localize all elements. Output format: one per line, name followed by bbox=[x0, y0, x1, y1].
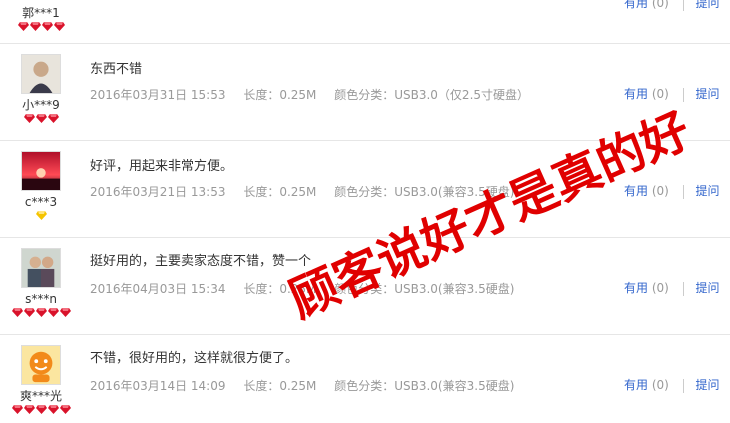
red-diamond-icon bbox=[29, 22, 41, 31]
review-variant: 颜色分类：USB3.0（仅2.5寸硬盘） bbox=[334, 88, 530, 102]
review-date: 2016年03月14日 14:09 bbox=[90, 379, 226, 393]
reviewer-level bbox=[8, 22, 74, 31]
red-diamond-icon bbox=[59, 405, 71, 414]
review-item: 爽***光 不错，很好用的，这样就很方便了。 2016年03月14日 14:09… bbox=[0, 335, 730, 423]
reviewer-level bbox=[8, 405, 74, 414]
useful-button[interactable]: 有用 bbox=[624, 378, 648, 392]
useful-count: (0) bbox=[651, 378, 669, 392]
reviewer-level bbox=[8, 211, 74, 220]
review-meta: 2016年03月14日 14:09 长度：0.25M 颜色分类：USB3.0(兼… bbox=[90, 377, 528, 394]
red-diamond-icon bbox=[35, 114, 47, 123]
review-actions: 有用 (0) 提问 bbox=[624, 182, 720, 199]
review-meta: 2016年03月31日 15:53 长度：0.25M 颜色分类：USB3.0（仅… bbox=[90, 86, 543, 103]
red-diamond-icon bbox=[17, 22, 29, 31]
review-meta: 2016年04月03日 15:34 长度：0.25M 颜色分类：USB3.0(兼… bbox=[90, 280, 528, 297]
red-diamond-icon bbox=[23, 308, 35, 317]
review-length: 长度：0.25M bbox=[243, 185, 317, 199]
review-content: 挺好用的，主要卖家态度不错，赞一个 bbox=[90, 254, 312, 269]
review-content: 好评，用起来非常方便。 bbox=[90, 159, 234, 174]
red-diamond-icon bbox=[23, 405, 35, 414]
useful-count: (0) bbox=[651, 87, 669, 101]
reviewer-info: s***n bbox=[8, 248, 74, 317]
reviewer-info: c***3 bbox=[8, 151, 74, 220]
review-actions: 有用 (0) 提问 bbox=[624, 376, 720, 393]
reviewer-name: c***3 bbox=[24, 195, 58, 209]
red-diamond-icon bbox=[47, 308, 59, 317]
red-diamond-icon bbox=[41, 22, 53, 31]
red-diamond-icon bbox=[59, 308, 71, 317]
review-length: 长度：0.25M bbox=[243, 379, 317, 393]
yellow-diamond-icon bbox=[35, 211, 47, 220]
useful-button[interactable]: 有用 bbox=[624, 184, 648, 198]
red-diamond-icon bbox=[23, 114, 35, 123]
review-item: 郭***1 有用 (0) 提问 bbox=[0, 0, 730, 44]
review-date: 2016年03月31日 15:53 bbox=[90, 88, 226, 102]
useful-count: (0) bbox=[651, 281, 669, 295]
review-variant: 颜色分类：USB3.0(兼容3.5硬盘) bbox=[334, 379, 515, 393]
red-diamond-icon bbox=[11, 308, 23, 317]
review-item: s***n 挺好用的，主要卖家态度不错，赞一个 2016年04月03日 15:3… bbox=[0, 238, 730, 335]
reviewer-info: 爽***光 bbox=[8, 345, 74, 414]
useful-count: (0) bbox=[651, 0, 669, 10]
divider bbox=[682, 378, 684, 393]
reviewer-info: 郭***1 bbox=[8, 2, 74, 31]
ask-button[interactable]: 提问 bbox=[696, 281, 720, 295]
review-meta: 2016年03月21日 13:53 长度：0.25M 颜色分类：USB3.0(兼… bbox=[90, 183, 528, 200]
reviewer-name: 爽***光 bbox=[19, 389, 62, 403]
red-diamond-icon bbox=[35, 308, 47, 317]
reviewer-level bbox=[8, 308, 74, 317]
user-avatar[interactable] bbox=[21, 151, 61, 191]
review-date: 2016年04月03日 15:34 bbox=[90, 282, 226, 296]
review-length: 长度：0.25M bbox=[243, 282, 317, 296]
ask-button[interactable]: 提问 bbox=[696, 0, 720, 10]
useful-button[interactable]: 有用 bbox=[624, 87, 648, 101]
user-avatar[interactable] bbox=[21, 345, 61, 385]
review-item: c***3 好评，用起来非常方便。 2016年03月21日 13:53 长度：0… bbox=[0, 141, 730, 238]
red-diamond-icon bbox=[47, 405, 59, 414]
review-content: 不错，很好用的，这样就很方便了。 bbox=[90, 351, 299, 366]
divider bbox=[682, 281, 684, 296]
user-avatar[interactable] bbox=[21, 248, 61, 288]
reviewer-info: 小***9 bbox=[8, 54, 74, 123]
useful-button[interactable]: 有用 bbox=[624, 0, 648, 10]
ask-button[interactable]: 提问 bbox=[696, 87, 720, 101]
red-diamond-icon bbox=[35, 405, 47, 414]
useful-button[interactable]: 有用 bbox=[624, 281, 648, 295]
useful-count: (0) bbox=[651, 184, 669, 198]
user-avatar[interactable] bbox=[21, 54, 61, 94]
ask-button[interactable]: 提问 bbox=[696, 184, 720, 198]
review-actions: 有用 (0) 提问 bbox=[624, 0, 720, 11]
review-date: 2016年03月21日 13:53 bbox=[90, 185, 226, 199]
review-length: 长度：0.25M bbox=[243, 88, 317, 102]
ask-button[interactable]: 提问 bbox=[696, 378, 720, 392]
review-variant: 颜色分类：USB3.0(兼容3.5硬盘) bbox=[334, 185, 515, 199]
divider bbox=[682, 87, 684, 102]
red-diamond-icon bbox=[47, 114, 59, 123]
divider bbox=[682, 184, 684, 199]
review-variant: 颜色分类：USB3.0(兼容3.5硬盘) bbox=[334, 282, 515, 296]
review-content: 东西不错 bbox=[90, 62, 143, 77]
review-actions: 有用 (0) 提问 bbox=[624, 85, 720, 102]
review-item: 小***9 东西不错 2016年03月31日 15:53 长度：0.25M 颜色… bbox=[0, 44, 730, 141]
reviewer-name: 郭***1 bbox=[22, 6, 60, 20]
reviewer-name: s***n bbox=[25, 292, 57, 306]
reviewer-name: 小***9 bbox=[22, 98, 60, 112]
divider bbox=[682, 0, 684, 11]
red-diamond-icon bbox=[11, 405, 23, 414]
red-diamond-icon bbox=[53, 22, 65, 31]
reviewer-level bbox=[8, 114, 74, 123]
review-actions: 有用 (0) 提问 bbox=[624, 279, 720, 296]
